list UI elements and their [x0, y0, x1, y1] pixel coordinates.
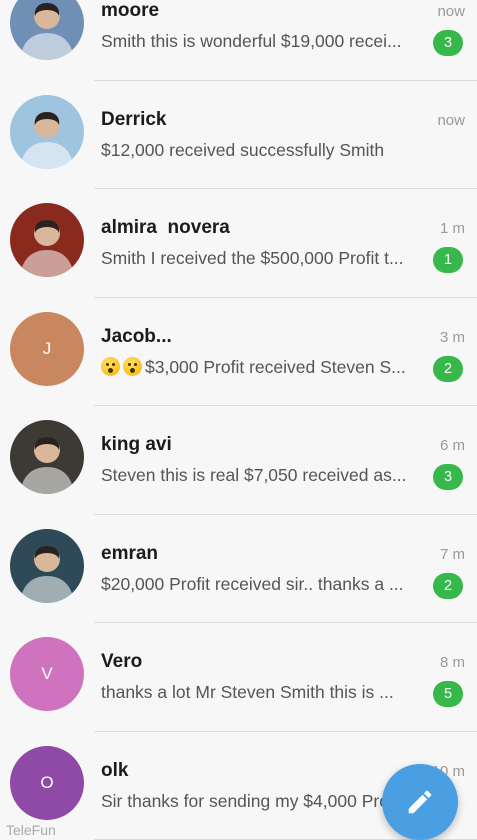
chat-preview: Smith this is wonderful $19,000 recei... — [101, 31, 419, 52]
chat-name: Vero — [101, 651, 143, 672]
avatar: O — [10, 745, 84, 820]
avatar — [10, 94, 84, 169]
chat-preview: Smith I received the $500,000 Profit t..… — [101, 248, 419, 269]
unread-count-badge: 3 — [433, 30, 463, 56]
chat-row[interactable]: emran 7 m $20,000 Profit received sir.. th… — [0, 514, 477, 623]
chat-row[interactable]: king avi 6 m Steven this is real $7,050 re… — [0, 406, 477, 515]
avatar: V — [10, 637, 84, 711]
unread-count-badge: 5 — [433, 681, 463, 707]
unread-count-badge: 2 — [433, 355, 463, 382]
chat-name: Derrick — [101, 108, 167, 130]
avatar-photo — [10, 94, 84, 169]
avatar-initial: J — [42, 338, 52, 358]
chat-preview: $20,000 Profit received sir.. thanks a .… — [101, 574, 419, 595]
avatar-initial: V — [41, 664, 53, 683]
watermark: TeleFun — [6, 822, 56, 838]
chat-preview-text: $3,000 Profit received Steven S... — [145, 356, 406, 377]
chat-name: emran — [101, 542, 159, 564]
chat-preview-text: $12,000 received successfully Smith — [101, 139, 385, 160]
chat-time: 7 m — [439, 545, 465, 563]
chat-preview-text: $20,000 Profit received sir.. thanks a .… — [101, 573, 404, 594]
avatar-photo — [10, 0, 84, 60]
unread-count-badge: 2 — [433, 572, 463, 599]
chat-list: moore now Smith this is wonderful $19,000 … — [0, 0, 477, 840]
chat-name: moore — [101, 0, 160, 21]
chat-time: now — [437, 111, 465, 129]
chat-preview: $3,000 Profit received Steven S... — [101, 356, 419, 378]
compose-button[interactable] — [382, 764, 458, 840]
chat-row[interactable]: Derrick now $12,000 received successfully … — [0, 80, 477, 189]
chat-preview: Steven this is real $7,050 received as..… — [101, 465, 419, 486]
chat-time: now — [437, 3, 465, 20]
chat-row[interactable]: V Vero 8 m thanks a lot Mr Steven Smith thi… — [0, 623, 477, 732]
avatar — [10, 528, 84, 603]
avatar: J — [10, 311, 84, 386]
chat-name: olk — [101, 759, 129, 781]
astonished-face-icon — [123, 356, 142, 376]
chat-preview-text: Steven this is real $7,050 received as..… — [101, 465, 407, 485]
unread-count-badge: 1 — [433, 247, 463, 273]
avatar-initial: O — [40, 772, 54, 792]
chat-row[interactable]: J Jacob... 3 m $3,000 Profit received Steve… — [0, 297, 477, 406]
avatar — [10, 203, 84, 277]
pencil-icon — [408, 790, 432, 814]
avatar-photo — [10, 528, 84, 603]
chat-name: Jacob... — [101, 325, 172, 347]
chat-preview-text: Sir thanks for sending my $4,000 Profit — [101, 790, 403, 811]
avatar — [10, 420, 84, 494]
avatar — [10, 0, 84, 60]
chat-name: king avi — [101, 434, 172, 455]
chat-row[interactable]: almira novera 1 m Smith I received the $50… — [0, 189, 477, 298]
chat-preview-text: thanks a lot Mr Steven Smith this is ... — [101, 682, 394, 702]
chat-name: almira novera — [101, 217, 230, 238]
chat-preview: thanks a lot Mr Steven Smith this is ... — [101, 682, 419, 703]
chat-time: 6 m — [439, 437, 465, 454]
chat-preview: Sir thanks for sending my $4,000 Profit — [101, 791, 419, 812]
unread-count-badge: 3 — [433, 464, 463, 490]
avatar-photo — [10, 203, 84, 277]
chat-row[interactable]: moore now Smith this is wonderful $19,000 … — [0, 0, 477, 81]
chat-time: 1 m — [439, 220, 465, 237]
chat-preview-text: Smith I received the $500,000 Profit t..… — [101, 248, 404, 268]
avatar-photo — [10, 420, 84, 494]
chat-preview: $12,000 received successfully Smith — [101, 140, 419, 161]
chat-preview-text: Smith this is wonderful $19,000 recei... — [101, 31, 402, 51]
chat-time: 3 m — [439, 328, 465, 346]
chat-time: 8 m — [439, 654, 465, 671]
astonished-face-icon — [101, 356, 120, 376]
